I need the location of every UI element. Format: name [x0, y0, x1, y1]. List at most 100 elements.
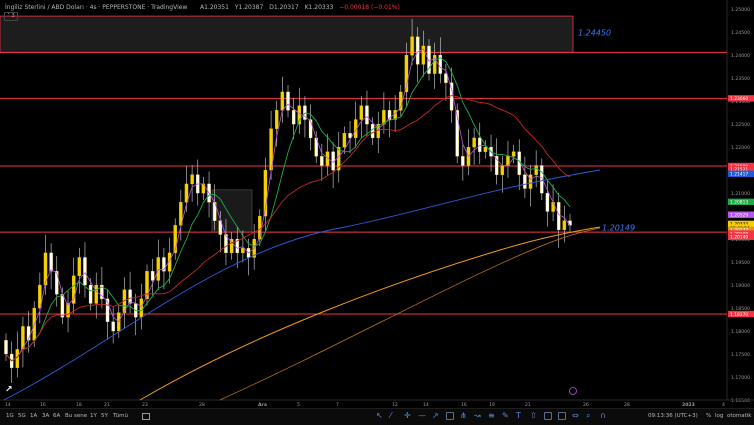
price-tag-label: 1.21417	[730, 172, 748, 178]
ohlc-readout: A1.20351 Y1.20387 D1.20317 K1.20333 −0.0…	[200, 4, 404, 11]
candles	[4, 18, 572, 383]
candle-body	[280, 91, 285, 111]
zoom-icon[interactable]: ⌕	[586, 412, 594, 420]
text-icon[interactable]: T	[516, 412, 524, 420]
price-chart[interactable]: 1.250001.245001.240001.235001.230001.225…	[0, 0, 754, 408]
candle-body	[568, 220, 572, 226]
candle-body	[410, 36, 414, 56]
candle-body	[111, 321, 115, 332]
candle-body	[545, 192, 550, 212]
short-position-icon[interactable]	[558, 412, 566, 420]
candle-body	[534, 165, 538, 175]
candle-body	[416, 36, 420, 65]
timeframe-1g[interactable]: 1G	[6, 413, 14, 419]
auto-toggle[interactable]: otomatik	[727, 413, 751, 419]
arrow-icon[interactable]: ⇧	[530, 412, 538, 420]
clock-display[interactable]: 09:13:36 (UTC+3)	[648, 413, 698, 419]
candle-body	[128, 289, 132, 304]
candle-body	[500, 165, 505, 175]
path-icon[interactable]: ↝	[474, 412, 482, 420]
price-tag-label: 1.20149	[730, 235, 748, 241]
fib-icon[interactable]: ≡	[488, 412, 496, 420]
price-tick-label: 1.22000	[731, 145, 750, 151]
candle-body	[483, 146, 488, 152]
long-position-icon[interactable]	[544, 412, 552, 420]
timeframe-6a[interactable]: 6A	[53, 413, 60, 419]
ray-icon[interactable]: ↗	[432, 412, 440, 420]
zone-label-upper: 1.24450	[578, 29, 611, 38]
timeframe-5g[interactable]: 5G	[18, 413, 26, 419]
timeframe-bu-sene[interactable]: Bu sene	[65, 413, 87, 419]
price-tick-label: 1.21000	[731, 191, 750, 197]
candle-body	[88, 284, 93, 304]
pitchfork-icon[interactable]: ⋔	[460, 412, 468, 420]
range-selector-icon[interactable]	[142, 413, 150, 420]
ma-blue-line	[3, 169, 601, 401]
price-tick-label: 1.24500	[731, 30, 750, 36]
candle-body	[241, 248, 245, 254]
candle-body	[83, 257, 87, 286]
zone-label-lower: 1.20149	[602, 224, 635, 233]
candle-body	[511, 151, 516, 157]
timeframe-3a[interactable]: 3A	[42, 413, 49, 419]
candle-body	[308, 119, 313, 139]
candle-body	[449, 82, 454, 111]
candle-body	[275, 110, 279, 129]
timeframe-5y[interactable]: 5Y	[101, 413, 108, 419]
ohlc-low: D1.20317	[269, 4, 299, 11]
candle-body	[139, 298, 144, 318]
crosshair-icon[interactable]: ✛	[404, 412, 412, 420]
candle-body	[370, 123, 375, 139]
price-tick-label: 1.23500	[731, 76, 750, 82]
percent-toggle[interactable]: %	[706, 413, 711, 419]
price-tag-label: 1.23060	[730, 96, 748, 102]
candle-body	[150, 271, 155, 281]
price-tick-label: 1.22500	[731, 122, 750, 128]
candle-body	[359, 105, 364, 120]
candle-body	[562, 220, 567, 231]
timeframe-1a[interactable]: 1A	[30, 413, 37, 419]
candle-body	[557, 202, 561, 231]
brush-icon[interactable]: ✎	[502, 412, 510, 420]
bottom-toolbar: 1G 5G 1A 3A 6A Bu sene 1Y 5Y Tümü ↖ ⁄ ✛ — ↗ ⋔ ↝ …	[0, 408, 754, 425]
measure-icon[interactable]: ⇔	[572, 412, 580, 420]
candle-body	[49, 252, 53, 272]
candle-body	[77, 257, 82, 277]
price-tick-label: 1.16500	[731, 398, 750, 404]
symbol-title[interactable]: İngiliz Sterlini / ABD Doları · 4s · PEP…	[5, 4, 187, 11]
price-tick-label: 1.24000	[731, 53, 750, 59]
ma-red-line	[5, 95, 571, 362]
candle-body	[472, 137, 476, 148]
candle-body	[15, 349, 19, 368]
candle-body	[342, 133, 347, 148]
candle-body	[523, 174, 527, 189]
ohlc-open: A1.20351	[200, 4, 229, 11]
magnet-icon[interactable]: ∩	[600, 412, 608, 420]
candle-body	[365, 105, 369, 125]
candle-body	[528, 174, 533, 189]
timeframe-tümü[interactable]: Tümü	[113, 413, 128, 419]
trendline-icon[interactable]: ⁄	[390, 412, 398, 420]
candle-body	[55, 271, 59, 295]
candle-body	[60, 294, 65, 318]
chart-header: İngiliz Sterlini / ABD Doları · 4s · PEP…	[0, 0, 754, 22]
log-toggle[interactable]: log	[715, 413, 723, 419]
candle-body	[320, 156, 324, 166]
indicator-collapse-button[interactable]: ˅ 3	[4, 12, 18, 21]
indicator-count: 3	[11, 13, 15, 19]
price-tick-label: 1.19000	[731, 283, 750, 289]
candle-body	[286, 91, 290, 111]
timeframe-1y[interactable]: 1Y	[90, 413, 97, 419]
horizontal-line-icon[interactable]: —	[418, 412, 426, 420]
price-tag-label: 1.20813	[730, 200, 748, 206]
ma-orange-line	[139, 226, 601, 401]
candle-body	[461, 156, 465, 166]
ohlc-change: −0.00018 (−0.01%)	[339, 4, 400, 11]
rectangle-icon[interactable]	[446, 412, 454, 420]
price-tick-label: 1.19500	[731, 260, 750, 266]
candle-body	[478, 137, 482, 152]
candle-body	[156, 257, 160, 281]
candle-body	[4, 340, 8, 355]
cursor-icon[interactable]: ↖	[376, 412, 384, 420]
chevron-down-icon: ˅	[7, 13, 10, 19]
